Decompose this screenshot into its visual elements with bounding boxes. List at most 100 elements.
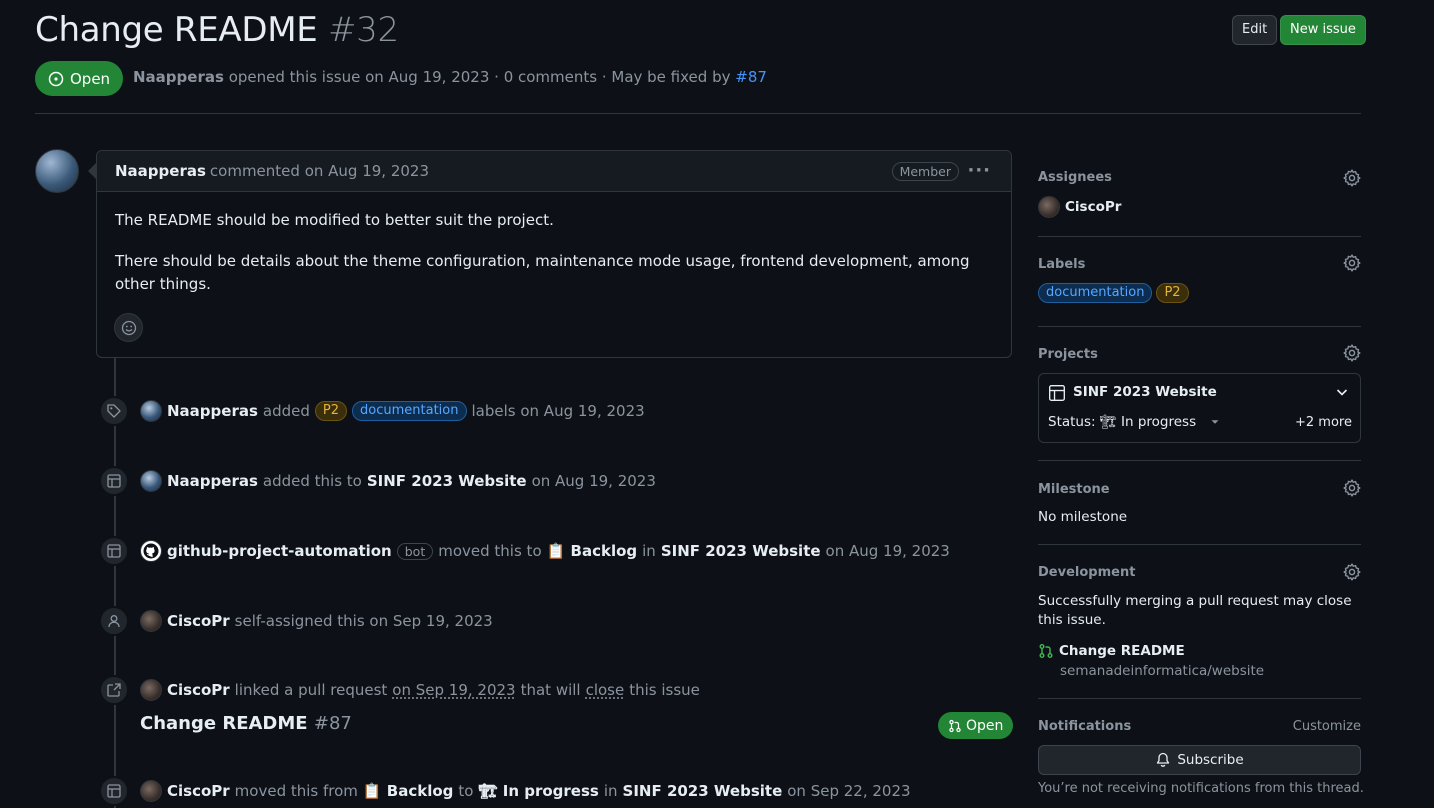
linked-pr-repo[interactable]: semanadeinformatica/website xyxy=(1060,663,1264,679)
labels-heading[interactable]: Labels xyxy=(1038,257,1085,272)
gear-icon[interactable] xyxy=(1342,253,1362,273)
customize-link[interactable]: Customize xyxy=(1293,719,1361,734)
event-actor[interactable]: Naapperas xyxy=(167,402,258,420)
milestone-heading[interactable]: Milestone xyxy=(1038,482,1110,497)
avatar[interactable] xyxy=(140,610,162,632)
event-tail: this issue xyxy=(629,681,700,699)
comment-timestamp[interactable]: commented on Aug 19, 2023 xyxy=(210,162,429,180)
comment-author[interactable]: Naapperas xyxy=(115,162,206,180)
table-icon xyxy=(1048,384,1066,406)
avatar[interactable] xyxy=(140,679,162,701)
bot-badge: bot xyxy=(396,542,434,560)
notifications-heading: Notifications xyxy=(1038,719,1132,734)
fixed-by-link[interactable]: #87 xyxy=(735,68,767,86)
sidebar-divider xyxy=(1038,236,1361,237)
event-timestamp[interactable]: on Sep 19, 2023 xyxy=(392,681,515,699)
event-column: 📋 Backlog xyxy=(546,542,638,560)
timeline-event-moved: github-project-automation bot moved this… xyxy=(140,540,950,562)
timeline-event-linked-pr: CiscoPr linked a pull request on Sep 19,… xyxy=(140,679,700,701)
event-from-column: 📋 Backlog xyxy=(362,782,454,800)
project-card: SINF 2023 Website Status: 🏗 In progress … xyxy=(1038,373,1361,443)
event-action: added xyxy=(262,402,310,420)
timeline-event-project-added: Naapperas added this to SINF 2023 Websit… xyxy=(140,470,656,492)
header-divider xyxy=(35,113,1361,114)
event-actor[interactable]: CiscoPr xyxy=(167,612,230,630)
event-actor[interactable]: github-project-automation xyxy=(167,542,392,560)
development-heading[interactable]: Development xyxy=(1038,565,1135,580)
event-project-link[interactable]: SINF 2023 Website xyxy=(623,782,783,800)
person-icon xyxy=(99,606,129,636)
new-issue-button[interactable]: New issue xyxy=(1280,15,1366,45)
add-reaction-button[interactable] xyxy=(114,313,143,342)
edit-button[interactable]: Edit xyxy=(1232,15,1278,45)
gear-icon[interactable] xyxy=(1342,478,1362,498)
label-documentation[interactable]: documentation xyxy=(352,401,467,421)
issue-comment: Naapperas commented on Aug 19, 2023 Memb… xyxy=(96,150,1012,358)
gear-icon[interactable] xyxy=(1342,343,1362,363)
event-actor[interactable]: CiscoPr xyxy=(167,681,230,699)
comment-pointer xyxy=(88,163,96,179)
event-timestamp[interactable]: on Aug 19, 2023 xyxy=(826,542,950,560)
table-icon xyxy=(99,776,129,806)
issue-author-link[interactable]: Naapperas xyxy=(133,68,224,86)
event-actor[interactable]: CiscoPr xyxy=(167,782,230,800)
avatar[interactable] xyxy=(140,470,162,492)
avatar[interactable] xyxy=(140,400,162,422)
event-action: linked a pull request xyxy=(234,681,388,699)
sidebar-divider xyxy=(1038,460,1361,461)
avatar[interactable] xyxy=(140,780,162,802)
projects-heading[interactable]: Projects xyxy=(1038,347,1098,362)
event-actor[interactable]: Naapperas xyxy=(167,472,258,490)
gear-icon[interactable] xyxy=(1342,562,1362,582)
assignee-name[interactable]: CiscoPr xyxy=(1065,199,1121,215)
development-note: Successfully merging a pull request may … xyxy=(1038,593,1352,628)
comment-author-avatar[interactable] xyxy=(35,149,79,193)
event-to-column: 🏗 In progress xyxy=(478,782,599,800)
assignees-heading[interactable]: Assignees xyxy=(1038,170,1112,185)
label-p2[interactable]: P2 xyxy=(314,401,348,421)
event-action: added this to xyxy=(262,472,362,490)
issue-meta: Naapperas opened this issue on Aug 19, 2… xyxy=(133,68,767,86)
event-connector: in xyxy=(603,782,618,800)
caret-down-icon xyxy=(1211,420,1219,424)
project-name[interactable]: SINF 2023 Website xyxy=(1073,384,1217,400)
event-timestamp[interactable]: self-assigned this on Sep 19, 2023 xyxy=(235,612,493,630)
status-value: 🏗 In progress xyxy=(1099,414,1197,430)
subscribe-label: Subscribe xyxy=(1177,752,1244,768)
labels-list: documentation P2 xyxy=(1038,283,1189,303)
event-project-link[interactable]: SINF 2023 Website xyxy=(661,542,821,560)
event-timestamp[interactable]: on Sep 22, 2023 xyxy=(787,782,910,800)
linked-pr-title[interactable]: Change README #87 xyxy=(140,713,352,734)
timeline-event-moved-column: CiscoPr moved this from 📋 Backlog to 🏗 I… xyxy=(140,780,911,802)
event-timestamp[interactable]: on Aug 19, 2023 xyxy=(532,472,656,490)
tag-icon xyxy=(99,396,129,426)
notifications-note: You’re not receiving notifications from … xyxy=(1038,781,1364,796)
sidebar-divider xyxy=(1038,544,1361,545)
sidebar-divider xyxy=(1038,326,1361,327)
event-project-link[interactable]: SINF 2023 Website xyxy=(367,472,527,490)
label-documentation[interactable]: documentation xyxy=(1038,283,1153,303)
linked-pr-name[interactable]: Change README xyxy=(140,713,308,734)
assignee-item[interactable]: CiscoPr xyxy=(1038,196,1121,218)
smiley-icon xyxy=(121,320,136,335)
table-icon xyxy=(99,466,129,496)
issue-number: #32 xyxy=(327,10,399,50)
avatar xyxy=(1038,196,1060,218)
bell-icon xyxy=(1157,752,1170,767)
comment-menu-icon[interactable]: ··· xyxy=(967,160,991,181)
linked-pr-link[interactable]: Change README xyxy=(1059,643,1185,659)
event-connector: in xyxy=(642,542,656,560)
cross-reference-icon xyxy=(99,675,129,705)
issue-opened-text: opened this issue on Aug 19, 2023 · 0 co… xyxy=(228,68,731,86)
issue-state-label: Open xyxy=(70,69,111,88)
more-projects-link[interactable]: +2 more xyxy=(1295,415,1352,430)
chevron-down-icon[interactable] xyxy=(1334,384,1350,404)
subscribe-button[interactable]: Subscribe xyxy=(1038,745,1361,775)
project-status-field[interactable]: Status: 🏗 In progress xyxy=(1048,414,1222,430)
event-timestamp[interactable]: labels on Aug 19, 2023 xyxy=(472,402,645,420)
comment-paragraph: The README should be modified to better … xyxy=(115,211,554,229)
table-icon xyxy=(99,536,129,566)
gear-icon[interactable] xyxy=(1342,168,1362,188)
label-p2[interactable]: P2 xyxy=(1156,283,1189,303)
github-logo-icon[interactable] xyxy=(140,540,162,562)
